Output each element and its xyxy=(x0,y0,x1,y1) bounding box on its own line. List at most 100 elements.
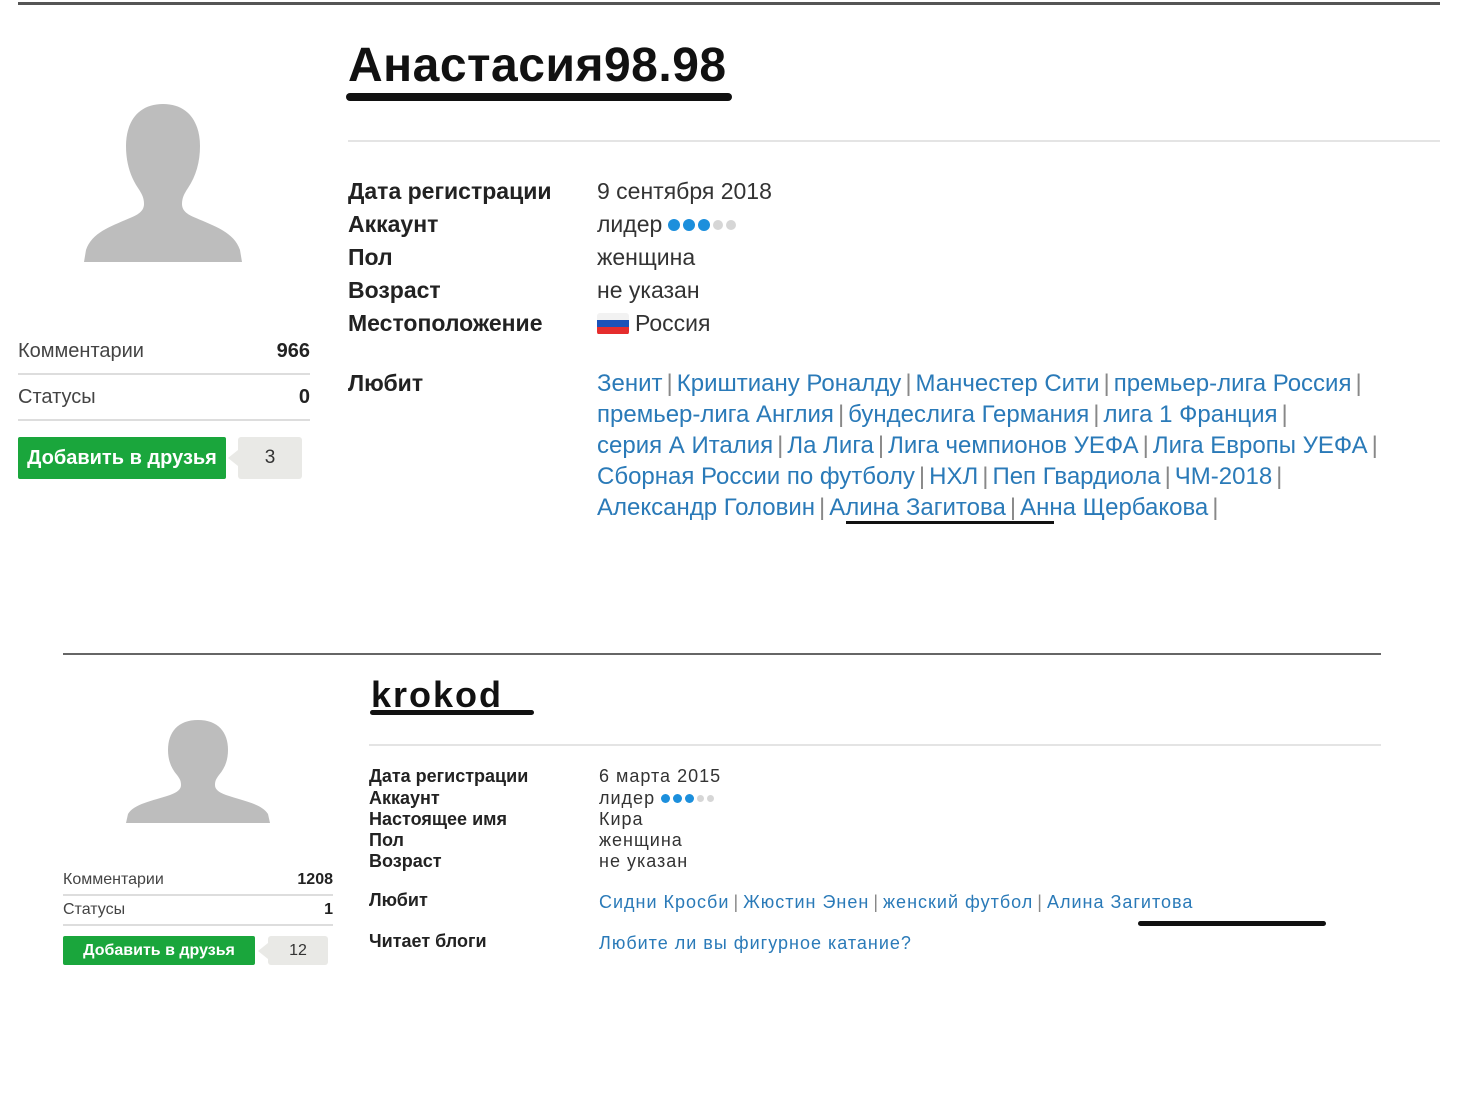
account-rank: лидер xyxy=(599,788,656,808)
stat-comments: Комментарии 1208 xyxy=(63,869,333,891)
link-separator: | xyxy=(1142,432,1149,459)
likes-label: Любит xyxy=(348,370,424,396)
avatar-placeholder xyxy=(82,100,244,264)
likes-line: премьер-лига Англия | бундеслига Германия |… xyxy=(597,399,1447,430)
highlight-underline-mark xyxy=(846,521,1054,524)
top-border xyxy=(18,2,1440,5)
link-separator: | xyxy=(837,401,845,428)
likes-line: Сборная России по футболу | НХЛ | Пеп Гварди… xyxy=(597,461,1447,492)
level-dot-filled xyxy=(673,794,683,803)
like-link[interactable]: Жюстин Энен xyxy=(743,892,869,912)
reg-date-value: 9 сентября 2018 xyxy=(597,178,772,204)
age-label: Возраст xyxy=(369,851,442,871)
like-link[interactable]: Любите ли вы фигурное катание? xyxy=(599,933,912,953)
account-value: лидер xyxy=(599,788,717,809)
likes-line: Александр Головин | Алина Загитова | Анна Ще… xyxy=(597,492,1447,523)
avatar-placeholder xyxy=(124,718,272,824)
level-dot-filled xyxy=(668,218,681,231)
stat-divider xyxy=(18,373,310,375)
like-link[interactable]: Сборная России по футболу xyxy=(597,463,915,490)
like-link[interactable]: Пеп Гвардиола xyxy=(992,463,1160,490)
link-separator: | xyxy=(666,370,673,397)
profile-username: Анастасия98.98 xyxy=(348,39,727,92)
like-link[interactable]: Зенит xyxy=(597,370,663,397)
link-separator: | xyxy=(1355,370,1362,397)
like-link[interactable]: Манчестер Сити xyxy=(916,370,1100,397)
age-value: не указан xyxy=(597,277,700,303)
add-friend-button[interactable]: Добавить в друзья xyxy=(18,437,226,479)
age-label: Возраст xyxy=(348,277,441,303)
like-link[interactable]: Алина Загитова xyxy=(1047,892,1193,912)
stat-label: Комментарии xyxy=(18,339,144,362)
gender-value: женщина xyxy=(597,244,696,270)
link-separator: | xyxy=(1281,401,1288,428)
blogs-label: Читает блоги xyxy=(369,931,487,951)
stat-value: 966 xyxy=(276,339,310,362)
like-link[interactable]: Лига Европы УЕФА xyxy=(1153,432,1368,459)
person-silhouette-icon xyxy=(126,720,270,823)
stat-value: 0 xyxy=(298,385,310,408)
age-value: не указан xyxy=(599,851,689,871)
top-border xyxy=(63,653,1381,655)
level-dot-empty xyxy=(707,795,715,802)
gender-label: Пол xyxy=(348,244,393,270)
account-level-dots xyxy=(668,218,739,231)
stat-divider xyxy=(18,419,310,421)
russia-flag-icon xyxy=(597,312,629,335)
friend-count-badge: 12 xyxy=(258,936,328,965)
link-separator: | xyxy=(1276,463,1283,490)
level-dot-filled xyxy=(685,794,695,803)
location-country: Россия xyxy=(635,310,711,336)
stat-value: 1 xyxy=(324,901,333,918)
like-link[interactable]: Лига чемпионов УЕФА xyxy=(888,432,1139,459)
link-separator: | xyxy=(1093,401,1100,428)
like-link[interactable]: ЧМ-2018 xyxy=(1175,463,1272,490)
likes-label: Любит xyxy=(369,890,428,910)
level-dot-filled xyxy=(698,218,711,231)
likes-list: Сидни Кросби | Жюстин Энен | женский футбол |… xyxy=(599,890,1379,914)
link-separator: | xyxy=(873,892,880,912)
like-link[interactable]: серия А Италия xyxy=(597,432,773,459)
like-link[interactable]: лига 1 Франция xyxy=(1103,401,1277,428)
friend-count-badge: 3 xyxy=(228,437,302,479)
section-divider xyxy=(348,140,1440,142)
like-link[interactable]: Алина Загитова xyxy=(829,494,1006,521)
level-dot-empty xyxy=(726,219,737,230)
like-link[interactable]: премьер-лига Англия xyxy=(597,401,834,428)
like-link[interactable]: Ла Лига xyxy=(787,432,874,459)
like-link[interactable]: премьер-лига Россия xyxy=(1114,370,1352,397)
link-separator: | xyxy=(1212,494,1219,521)
likes-line: Любите ли вы фигурное катание? xyxy=(599,931,1379,955)
link-separator: | xyxy=(1164,463,1171,490)
add-friend-button[interactable]: Добавить в друзья xyxy=(63,936,255,965)
reg-date-label: Дата регистрации xyxy=(369,766,529,786)
gender-label: Пол xyxy=(369,830,404,850)
link-separator: | xyxy=(877,432,885,459)
account-level-dots xyxy=(661,794,717,803)
account-label: Аккаунт xyxy=(369,788,440,808)
level-dot-empty xyxy=(697,795,705,802)
link-separator: | xyxy=(777,432,784,459)
account-label: Аккаунт xyxy=(348,211,439,237)
stat-divider xyxy=(63,924,333,926)
section-divider xyxy=(369,744,1381,746)
level-dot-filled xyxy=(683,218,696,231)
like-link[interactable]: Александр Головин xyxy=(597,494,815,521)
person-silhouette-icon xyxy=(84,104,242,262)
like-link[interactable]: НХЛ xyxy=(929,463,978,490)
account-value: лидер xyxy=(597,211,739,238)
like-link[interactable]: женский футбол xyxy=(883,892,1033,912)
real-name-label: Настоящее имя xyxy=(369,809,507,829)
link-separator: | xyxy=(733,892,740,912)
location-value: Россия xyxy=(597,310,710,337)
level-dot-filled xyxy=(661,794,671,803)
like-link[interactable]: Криштиану Роналду xyxy=(677,370,902,397)
stat-label: Комментарии xyxy=(63,871,164,888)
like-link[interactable]: Анна Щербакова xyxy=(1020,494,1208,521)
like-link[interactable]: бундеслига Германия xyxy=(848,401,1089,428)
real-name-value: Кира xyxy=(599,809,644,829)
link-separator: | xyxy=(982,463,989,490)
link-separator: | xyxy=(1371,432,1378,459)
like-link[interactable]: Сидни Кросби xyxy=(599,892,729,912)
link-separator: | xyxy=(1103,370,1110,397)
